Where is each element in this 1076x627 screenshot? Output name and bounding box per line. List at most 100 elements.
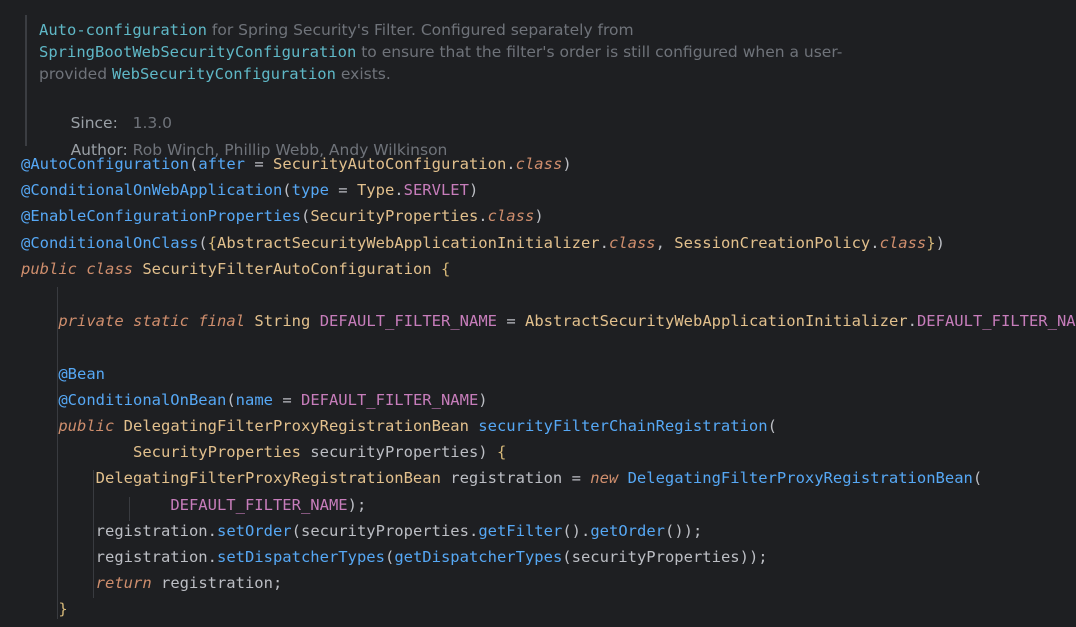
code-line[interactable]: } xyxy=(21,596,67,622)
code-token: . xyxy=(907,312,917,331)
code-line[interactable]: public class SecurityFilterAutoConfigura… xyxy=(21,256,450,282)
code-token: = xyxy=(245,155,273,173)
code-token: registration xyxy=(95,521,208,540)
javadoc-code-ref[interactable]: Auto-configuration xyxy=(39,21,207,39)
code-token: return xyxy=(95,574,152,593)
code-token: final xyxy=(198,312,246,331)
code-token: ) xyxy=(935,233,945,252)
javadoc-gutter-bar xyxy=(25,15,27,146)
code-token: . xyxy=(468,521,479,540)
code-token: class xyxy=(487,207,535,226)
code-token: @Bean xyxy=(58,364,105,383)
code-token: class xyxy=(515,155,563,173)
code-token: . xyxy=(207,548,217,566)
javadoc-since: Since: 1.3.0 xyxy=(41,90,172,132)
code-token: DEFAULT_FILTER_NAME xyxy=(319,312,498,331)
code-token: ) xyxy=(562,155,572,173)
code-token: ( xyxy=(767,417,777,435)
code-token: SERVLET xyxy=(403,181,469,200)
code-token: static xyxy=(133,312,189,331)
code-token: securityProperties xyxy=(571,548,740,566)
code-token: AbstractSecurityWebApplicationInitialize… xyxy=(217,233,600,252)
code-token: @AutoConfiguration xyxy=(21,155,189,173)
code-token: registration = xyxy=(440,469,591,488)
code-token: { xyxy=(207,233,217,252)
code-editor[interactable]: Auto-configuration for Spring Security's… xyxy=(0,0,1076,627)
javadoc-author: Author: Rob Winch, Phillip Webb, Andy Wi… xyxy=(41,117,448,159)
code-token: ( xyxy=(282,181,292,200)
code-token: . xyxy=(506,155,516,173)
code-line[interactable]: @Bean xyxy=(21,361,105,387)
code-line[interactable]: @ConditionalOnBean(name = DEFAULT_FILTER… xyxy=(21,387,488,413)
code-line[interactable]: registration.setOrder(securityProperties… xyxy=(21,518,703,544)
code-token: type xyxy=(291,181,329,200)
code-token: class xyxy=(86,259,134,278)
code-line[interactable]: private static final String DEFAULT_FILT… xyxy=(21,308,1076,334)
code-line[interactable]: DEFAULT_FILTER_NAME); xyxy=(21,492,366,518)
code-line[interactable]: @ConditionalOnWebApplication(type = Type… xyxy=(21,177,478,203)
code-token: getDispatcherTypes xyxy=(394,548,563,566)
javadoc-code-ref[interactable]: WebSecurityConfiguration xyxy=(112,65,336,83)
code-line[interactable]: public DelegatingFilterProxyRegistration… xyxy=(21,413,777,439)
code-token: ( xyxy=(972,469,983,488)
code-line[interactable]: @ConditionalOnClass({AbstractSecurityWeb… xyxy=(21,230,945,256)
code-token: { xyxy=(496,443,507,462)
code-line[interactable]: registration.setDispatcherTypes(getDispa… xyxy=(21,544,768,570)
code-token: setOrder xyxy=(216,521,292,540)
code-line[interactable]: SecurityProperties securityProperties) { xyxy=(21,439,506,465)
code-token: ( xyxy=(562,548,572,566)
code-token: securityProperties xyxy=(300,443,479,462)
code-token: name xyxy=(235,390,273,409)
code-token: @EnableConfigurationProperties xyxy=(21,207,301,226)
code-token: SecurityFilterAutoConfiguration xyxy=(133,259,441,278)
code-token: registration; xyxy=(151,574,283,593)
code-token: . xyxy=(207,521,217,540)
javadoc-text: provided xyxy=(39,65,112,83)
javadoc-line-1: Auto-configuration for Spring Security's… xyxy=(39,19,634,41)
code-token: public xyxy=(58,417,115,435)
javadoc-text: exists. xyxy=(335,65,391,83)
code-token: private xyxy=(58,312,124,331)
code-token: . xyxy=(478,207,488,226)
code-token: SecurityProperties xyxy=(132,443,301,462)
code-token: ); xyxy=(347,495,367,514)
javadoc-code-ref[interactable]: SpringBootWebSecurityConfiguration xyxy=(39,43,356,61)
code-token: DelegatingFilterProxyRegistrationBean xyxy=(627,469,973,488)
code-token: . xyxy=(870,233,880,252)
code-token: . xyxy=(394,181,404,200)
javadoc-text: to ensure that the filter's order is sti… xyxy=(356,43,843,61)
code-line[interactable]: @AutoConfiguration(after = SecurityAutoC… xyxy=(21,151,572,177)
code-line[interactable]: DelegatingFilterProxyRegistrationBean re… xyxy=(21,465,983,491)
code-token: ()); xyxy=(664,521,703,540)
code-token: ( xyxy=(291,521,301,540)
code-token: after xyxy=(198,155,245,173)
code-token: @ConditionalOnWebApplication xyxy=(21,181,283,200)
code-token: = xyxy=(497,312,526,331)
code-token: ( xyxy=(198,233,208,252)
code-token: SecurityProperties xyxy=(310,207,479,226)
code-token: class xyxy=(879,233,927,252)
code-token: class xyxy=(608,233,656,252)
code-line[interactable]: @EnableConfigurationProperties(SecurityP… xyxy=(21,203,544,229)
code-token: public xyxy=(21,259,77,278)
code-token: ) xyxy=(478,390,488,409)
code-token: AbstractSecurityWebApplicationInitialize… xyxy=(525,312,908,331)
javadoc-line-2: SpringBootWebSecurityConfiguration to en… xyxy=(39,41,842,63)
code-token: { xyxy=(440,259,451,278)
code-line[interactable]: return registration; xyxy=(21,570,283,596)
code-token: @ConditionalOnBean xyxy=(58,390,227,409)
code-token: String xyxy=(254,312,311,331)
